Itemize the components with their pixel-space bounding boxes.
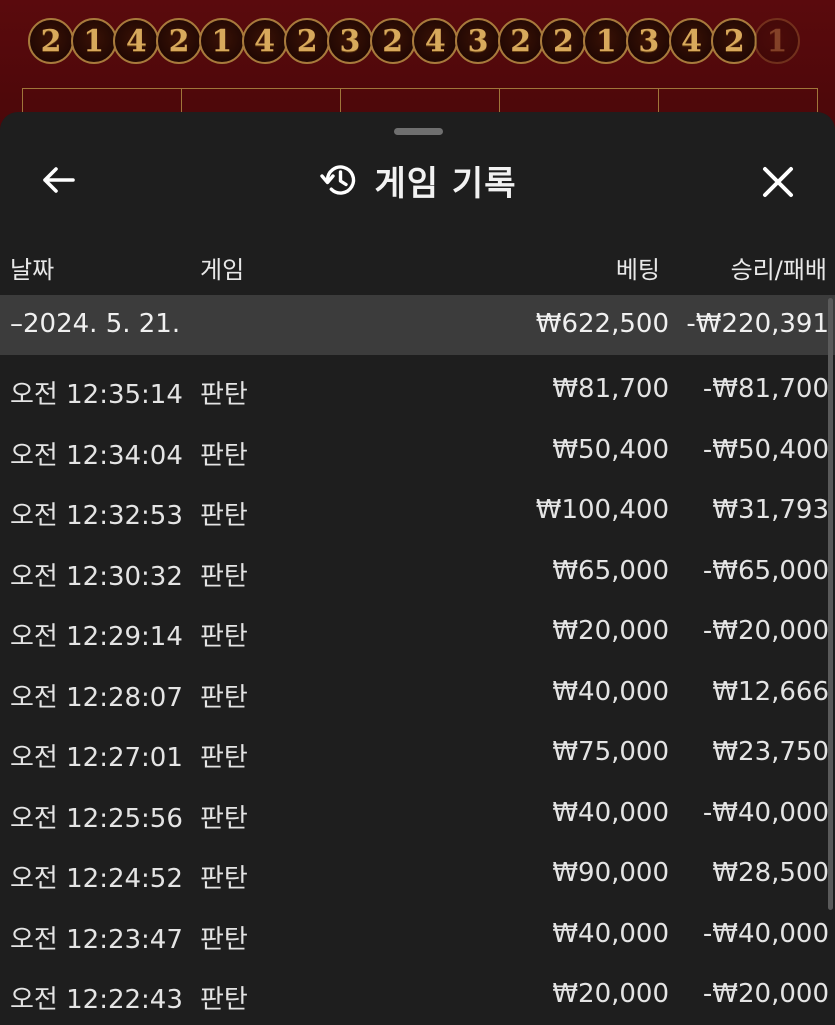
row-result: -₩40,000 bbox=[702, 918, 829, 949]
road-result-coin: 3 bbox=[625, 18, 672, 64]
row-game: 판탄 bbox=[200, 380, 248, 410]
road-result-coin: 1 bbox=[198, 18, 245, 64]
row-time: 오전 12:24:52 bbox=[10, 864, 183, 894]
row-result: ₩28,500 bbox=[712, 858, 829, 888]
row-bet: ₩75,000 bbox=[552, 737, 669, 767]
game-history-sheet: 게임 기록 날짜 게임 베팅 승리/패배 –2024. 5. 21. ₩622,… bbox=[0, 112, 835, 1025]
row-bet: ₩81,700 bbox=[552, 374, 669, 404]
row-result: -₩20,000 bbox=[702, 616, 829, 646]
row-bet: ₩20,000 bbox=[552, 616, 669, 646]
road-result-coin: 2 bbox=[284, 18, 331, 64]
road-result-coin: 4 bbox=[241, 18, 288, 64]
row-result: -₩20,000 bbox=[702, 979, 829, 1009]
row-result: -₩50,400 bbox=[702, 434, 829, 465]
row-game: 판탄 bbox=[200, 501, 248, 531]
history-row[interactable]: 오전 12:34:04 판탄 ₩50,400 -₩50,400 bbox=[0, 422, 835, 483]
row-time: 오전 12:32:53 bbox=[10, 501, 183, 531]
date-group-row[interactable]: –2024. 5. 21. ₩622,500 -₩220,391 bbox=[0, 295, 835, 355]
row-game: 판탄 bbox=[200, 440, 248, 471]
row-time: 오전 12:28:07 bbox=[10, 682, 183, 713]
row-bet: ₩50,400 bbox=[552, 434, 669, 465]
column-header-game: 게임 bbox=[200, 256, 245, 284]
row-time: 오전 12:34:04 bbox=[10, 440, 183, 471]
road-result-coin: 4 bbox=[412, 18, 459, 64]
row-time: 오전 12:30:32 bbox=[10, 561, 183, 592]
history-row[interactable]: 오전 12:25:56 판탄 ₩40,000 -₩40,000 bbox=[0, 785, 835, 846]
road-result-coin: 2 bbox=[497, 18, 544, 64]
row-result: -₩40,000 bbox=[702, 797, 829, 828]
history-row[interactable]: 오전 12:35:14 판탄 ₩81,700 -₩81,700 bbox=[0, 361, 835, 422]
road-result-coin: 2 bbox=[28, 18, 74, 64]
sheet-header: 게임 기록 bbox=[0, 148, 835, 208]
row-result: ₩31,793 bbox=[712, 495, 829, 525]
road-result-coin: 3 bbox=[326, 18, 373, 64]
row-time: 오전 12:25:56 bbox=[10, 803, 183, 834]
history-row[interactable]: 오전 12:29:14 판탄 ₩20,000 -₩20,000 bbox=[0, 603, 835, 664]
row-result: ₩23,750 bbox=[712, 737, 829, 767]
result-road: 214214232432213421 bbox=[28, 18, 800, 68]
group-date: –2024. 5. 21. bbox=[10, 309, 181, 339]
row-bet: ₩90,000 bbox=[552, 858, 669, 888]
row-bet: ₩65,000 bbox=[552, 555, 669, 586]
row-game: 판탄 bbox=[200, 743, 248, 773]
road-result-coin: 1 bbox=[70, 18, 117, 64]
row-result: -₩65,000 bbox=[702, 555, 829, 586]
history-row[interactable]: 오전 12:30:32 판탄 ₩65,000 -₩65,000 bbox=[0, 543, 835, 604]
history-row[interactable]: 오전 12:27:01 판탄 ₩75,000 ₩23,750 bbox=[0, 724, 835, 785]
scrollbar[interactable] bbox=[828, 298, 833, 910]
history-list: 오전 12:35:14 판탄 ₩81,700 -₩81,700 오전 12:34… bbox=[0, 361, 835, 1025]
road-result-coin: 1 bbox=[753, 18, 800, 64]
row-time: 오전 12:22:43 bbox=[10, 985, 183, 1015]
column-header-bet: 베팅 bbox=[615, 256, 660, 284]
row-result: ₩12,666 bbox=[712, 676, 829, 707]
row-game: 판탄 bbox=[200, 803, 248, 834]
sheet-drag-handle[interactable] bbox=[394, 128, 443, 135]
history-icon bbox=[319, 160, 359, 200]
column-header-date: 날짜 bbox=[10, 256, 55, 284]
row-bet: ₩40,000 bbox=[552, 676, 669, 707]
row-bet: ₩40,000 bbox=[552, 797, 669, 828]
row-game: 판탄 bbox=[200, 622, 248, 652]
row-bet: ₩20,000 bbox=[552, 979, 669, 1009]
row-bet: ₩100,400 bbox=[535, 495, 669, 525]
history-row[interactable]: 오전 12:28:07 판탄 ₩40,000 ₩12,666 bbox=[0, 664, 835, 725]
row-game: 판탄 bbox=[200, 864, 248, 894]
row-result: -₩81,700 bbox=[702, 374, 829, 404]
title-group: 게임 기록 bbox=[0, 156, 835, 204]
row-game: 판탄 bbox=[200, 985, 248, 1015]
column-header-result: 승리/패배 bbox=[730, 256, 827, 284]
history-row[interactable]: 오전 12:24:52 판탄 ₩90,000 ₩28,500 bbox=[0, 845, 835, 906]
group-result-total: -₩220,391 bbox=[686, 309, 829, 339]
history-row[interactable]: 오전 12:32:53 판탄 ₩100,400 ₩31,793 bbox=[0, 482, 835, 543]
row-time: 오전 12:29:14 bbox=[10, 622, 183, 652]
road-result-coin: 2 bbox=[156, 18, 203, 64]
row-time: 오전 12:23:47 bbox=[10, 924, 183, 955]
row-time: 오전 12:35:14 bbox=[10, 380, 183, 410]
road-result-coin: 4 bbox=[113, 18, 160, 64]
row-game: 판탄 bbox=[200, 924, 248, 955]
history-row[interactable]: 오전 12:23:47 판탄 ₩40,000 -₩40,000 bbox=[0, 906, 835, 967]
road-result-coin: 4 bbox=[668, 18, 715, 64]
road-result-coin: 2 bbox=[540, 18, 587, 64]
row-game: 판탄 bbox=[200, 561, 248, 592]
history-row[interactable]: 오전 12:22:43 판탄 ₩20,000 -₩20,000 bbox=[0, 966, 835, 1025]
road-result-coin: 2 bbox=[369, 18, 416, 64]
road-result-coin: 1 bbox=[583, 18, 630, 64]
group-bet-total: ₩622,500 bbox=[535, 309, 669, 339]
row-bet: ₩40,000 bbox=[552, 918, 669, 949]
page-title: 게임 기록 bbox=[374, 163, 517, 204]
close-button[interactable] bbox=[756, 160, 800, 204]
row-game: 판탄 bbox=[200, 682, 248, 713]
close-icon bbox=[763, 167, 793, 197]
road-result-coin: 3 bbox=[455, 18, 502, 64]
road-result-coin: 2 bbox=[711, 18, 758, 64]
row-time: 오전 12:27:01 bbox=[10, 743, 183, 773]
table-header: 날짜 게임 베팅 승리/패배 bbox=[0, 242, 835, 286]
